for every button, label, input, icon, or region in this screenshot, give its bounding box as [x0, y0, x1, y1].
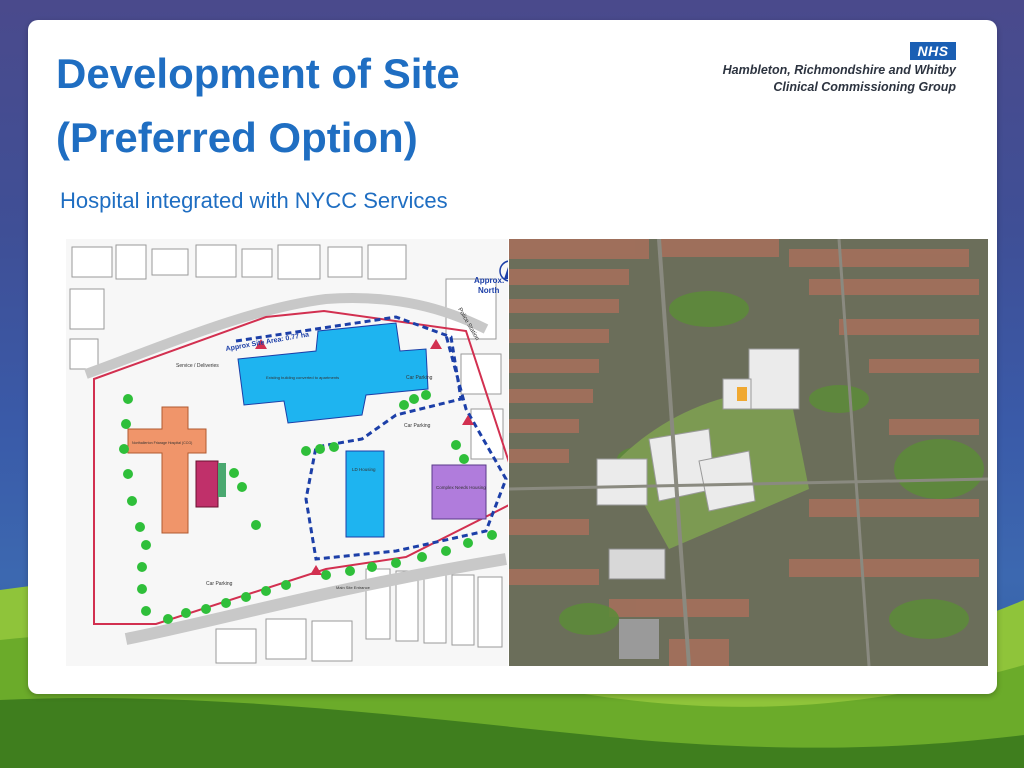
slide-title: Development of Site (Preferred Option) [56, 50, 460, 161]
org-name-line-1: Hambleton, Richmondshire and Whitby [722, 63, 956, 77]
slide-card: Development of Site (Preferred Option) H… [28, 20, 997, 694]
org-name-line-2: Clinical Commissioning Group [773, 80, 956, 94]
aerial-photo [508, 238, 989, 667]
slide-subtitle: Hospital integrated with NYCC Services [60, 188, 448, 213]
north-label-2: North [478, 286, 499, 295]
nhs-logo: NHS Hambleton, Richmondshire and Whitby … [708, 40, 978, 96]
complex-needs-label: Complex Needs Housing [436, 485, 486, 490]
car-parking-label-2: Car Parking [404, 423, 431, 429]
aerial-render [508, 238, 989, 667]
car-parking-label-3: Car Parking [206, 581, 233, 587]
main-entrance-label: Main Site Entrance [336, 585, 371, 590]
hospital-label: Northallerton Friarage Hospital (CCG) [132, 441, 192, 445]
service-label: Service / Deliveries [176, 363, 219, 369]
site-plan-drawing: Approx Site Area: 0.77 ha Approx. North … [66, 239, 523, 666]
existing-building-label: Existing building converted to apartment… [266, 375, 339, 380]
ld-housing-label: LD Housing [352, 467, 376, 472]
nhs-badge: NHS [910, 42, 956, 60]
car-parking-label-1: Car Parking [406, 375, 433, 381]
north-label-1: Approx. [474, 276, 504, 285]
site-plan-image: Approx Site Area: 0.77 ha Approx. North … [66, 239, 523, 666]
